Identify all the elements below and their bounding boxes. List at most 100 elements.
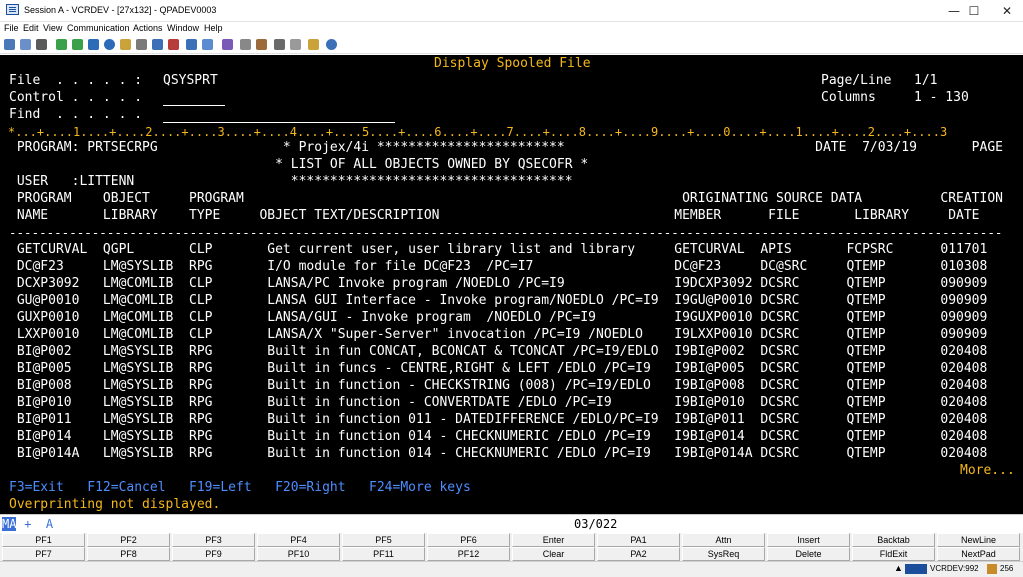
key-pf5[interactable]: PF5: [342, 533, 425, 547]
key-pf12[interactable]: PF12: [427, 547, 510, 561]
report-line-1: PROGRAM: PRTSECRPG * Projex/4i *********…: [9, 140, 1023, 155]
scroll-up-icon[interactable]: ▲: [894, 563, 903, 573]
status-message: Overprinting not displayed.: [9, 497, 221, 512]
color-count: 256: [1000, 564, 1014, 573]
color-icon[interactable]: [186, 39, 197, 50]
key-pf1[interactable]: PF1: [2, 533, 85, 547]
monitor-icon[interactable]: [202, 39, 213, 50]
display-icon[interactable]: [152, 39, 163, 50]
key-pf6[interactable]: PF6: [427, 533, 510, 547]
screen-title: Display Spooled File: [434, 56, 591, 71]
oia-status: + A: [17, 517, 54, 531]
palette-icon: [987, 564, 997, 574]
cursor-position: 03/022: [574, 517, 618, 531]
list-item: BI@P008 LM@SYSLIB RPG Built in function …: [9, 378, 988, 393]
list-item: GUXP0010 LM@COMLIB CLP LANSA/GUI - Invok…: [9, 310, 988, 325]
session-icon: [6, 4, 19, 15]
list-item: DC@F23 LM@SYSLIB RPG I/O module for file…: [9, 259, 988, 274]
report-line-3: USER :LITTENN **************************…: [9, 174, 573, 189]
tool2-icon[interactable]: [274, 39, 285, 50]
oia-cursor-indicator: MA: [2, 517, 17, 531]
macro-icon[interactable]: [88, 39, 99, 50]
key-pf4[interactable]: PF4: [257, 533, 340, 547]
keypad-icon[interactable]: [168, 39, 179, 50]
status-bar: ▲ VCRDEV:992 256: [0, 561, 1023, 577]
key-pf8[interactable]: PF8: [87, 547, 170, 561]
menu-bar: File Edit View Communication Actions Win…: [0, 22, 1023, 37]
host-indicator: VCRDEV:992: [930, 564, 979, 573]
separator-line: ----------------------------------------…: [9, 225, 1003, 240]
settings-icon[interactable]: [222, 39, 233, 50]
menu-file[interactable]: File: [4, 23, 19, 33]
tool1-icon[interactable]: [256, 39, 267, 50]
list-item: BI@P014 LM@SYSLIB RPG Built in function …: [9, 429, 988, 444]
key-insert[interactable]: Insert: [767, 533, 850, 547]
tool3-icon[interactable]: [290, 39, 301, 50]
key-nextpad[interactable]: NextPad: [937, 547, 1020, 561]
list-item: LXXP0010 LM@COMLIB CLP LANSA/X "Super-Se…: [9, 327, 988, 342]
title-bar: Session A - VCRDEV - [27x132] - QPADEV00…: [0, 0, 1023, 22]
terminal-screen[interactable]: Display Spooled File File . . . . . : QS…: [0, 55, 1023, 533]
page-line-value: 1/1: [914, 73, 938, 88]
function-key-legend: F3=Exit F12=Cancel F19=Left F20=Right F2…: [9, 480, 471, 495]
key-pa2[interactable]: PA2: [597, 547, 680, 561]
send-icon[interactable]: [56, 39, 67, 50]
tool4-icon[interactable]: [308, 39, 319, 50]
report-line-2: * LIST OF ALL OBJECTS OWNED BY QSECOFR *: [9, 157, 589, 172]
key-pf10[interactable]: PF10: [257, 547, 340, 561]
stop-icon[interactable]: [136, 39, 147, 50]
key-newline[interactable]: NewLine: [937, 533, 1020, 547]
menu-view[interactable]: View: [43, 23, 62, 33]
columns-value: 1 - 130: [914, 90, 969, 105]
key-fldexit[interactable]: FldExit: [852, 547, 935, 561]
key-enter[interactable]: Enter: [512, 533, 595, 547]
menu-actions[interactable]: Actions: [133, 23, 163, 33]
list-item: BI@P002 LM@SYSLIB RPG Built in fun CONCA…: [9, 344, 988, 359]
print-icon[interactable]: [36, 39, 47, 50]
list-item: GETCURVAL QGPL CLP Get current user, use…: [9, 242, 988, 257]
window-title: Session A - VCRDEV - [27x132] - QPADEV00…: [24, 5, 217, 15]
list-item: DCXP3092 LM@COMLIB CLP LANSA/PC Invoke p…: [9, 276, 988, 291]
key-clear[interactable]: Clear: [512, 547, 595, 561]
column-header-2: NAME LIBRARY TYPE OBJECT TEXT/DESCRIPTIO…: [9, 208, 980, 223]
menu-help[interactable]: Help: [204, 23, 223, 33]
key-backtab[interactable]: Backtab: [852, 533, 935, 547]
file-value: QSYSPRT: [163, 73, 218, 88]
column-header-1: PROGRAM OBJECT PROGRAM ORIGINATING SOURC…: [9, 191, 1003, 206]
toolbar: [0, 37, 1023, 54]
receive-icon[interactable]: [72, 39, 83, 50]
close-button[interactable]: ✕: [985, 0, 1023, 22]
menu-communication[interactable]: Communication: [67, 23, 130, 33]
find-input[interactable]: [163, 122, 395, 123]
key-pf11[interactable]: PF11: [342, 547, 425, 561]
key-sysreq[interactable]: SysReq: [682, 547, 765, 561]
key-delete[interactable]: Delete: [767, 547, 850, 561]
paste-icon[interactable]: [20, 39, 31, 50]
menu-window[interactable]: Window: [167, 23, 199, 33]
record-icon[interactable]: [104, 39, 115, 50]
key-pf7[interactable]: PF7: [2, 547, 85, 561]
help-icon[interactable]: [326, 39, 337, 50]
list-item: BI@P005 LM@SYSLIB RPG Built in funcs - C…: [9, 361, 988, 376]
columns-label: Columns: [821, 90, 876, 105]
key-pf2[interactable]: PF2: [87, 533, 170, 547]
connection-icon: [905, 564, 927, 574]
list-item: BI@P010 LM@SYSLIB RPG Built in function …: [9, 395, 988, 410]
column-ruler: *...+....1....+....2....+....3....+....4…: [8, 125, 948, 139]
control-input[interactable]: [163, 105, 225, 106]
key-pf3[interactable]: PF3: [172, 533, 255, 547]
more-indicator: More...: [960, 463, 1015, 478]
menu-edit[interactable]: Edit: [23, 23, 39, 33]
copy-icon[interactable]: [4, 39, 15, 50]
play-icon[interactable]: [120, 39, 131, 50]
key-pf9[interactable]: PF9: [172, 547, 255, 561]
file-label: File . . . . . :: [9, 73, 143, 88]
log-icon[interactable]: [240, 39, 251, 50]
list-item: BI@P011 LM@SYSLIB RPG Built in function …: [9, 412, 988, 427]
control-label: Control . . . . .: [9, 90, 143, 105]
key-attn[interactable]: Attn: [682, 533, 765, 547]
keypad: PF1 PF2 PF3 PF4 PF5 PF6 Enter PA1 Attn I…: [0, 533, 1023, 561]
key-pa1[interactable]: PA1: [597, 533, 680, 547]
find-label: Find . . . . . .: [9, 107, 143, 122]
list-item: GU@P0010 LM@COMLIB CLP LANSA GUI Interfa…: [9, 293, 988, 308]
